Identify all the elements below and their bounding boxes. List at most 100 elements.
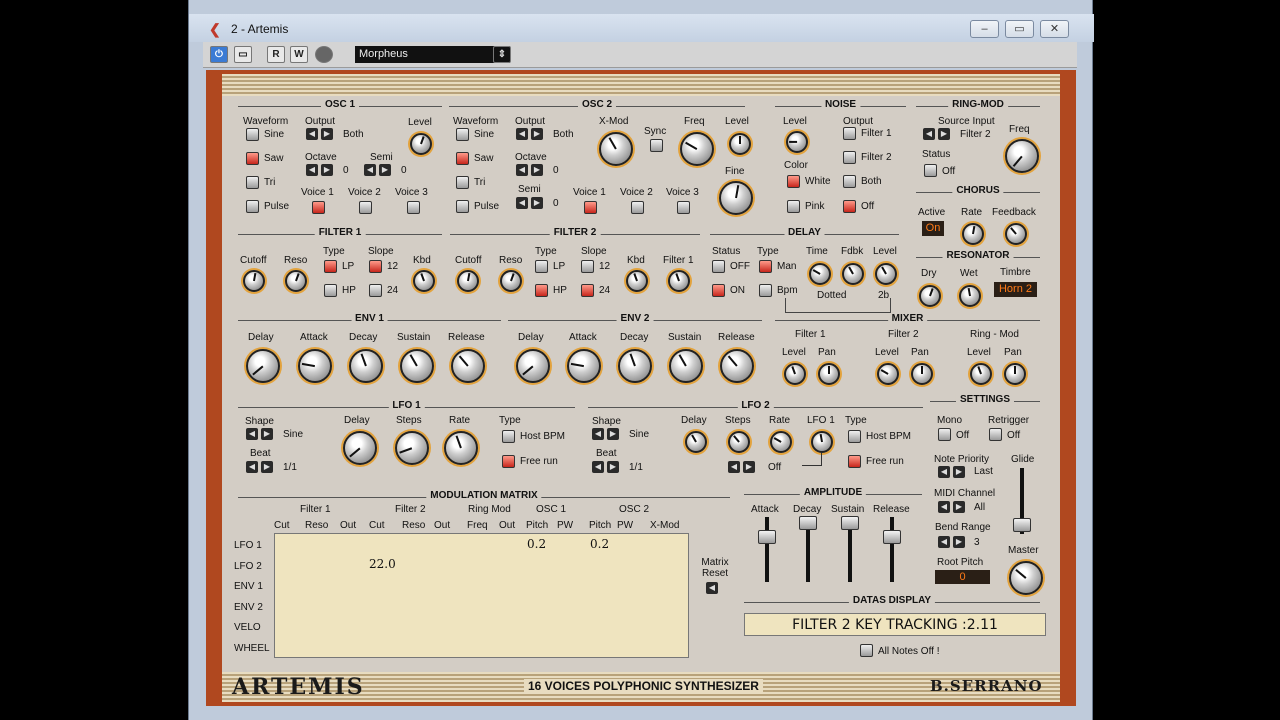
chorus-feedback-knob[interactable] (1005, 223, 1027, 245)
osc2-octave-right[interactable]: ▶ (531, 164, 543, 176)
osc1-output-left[interactable]: ◀ (306, 128, 318, 140)
lfo2-shape-right[interactable]: ▶ (607, 428, 619, 440)
env2-sustain-knob[interactable] (669, 349, 703, 383)
filter2-reso-knob[interactable] (500, 270, 522, 292)
modulation-matrix-grid[interactable]: 0.2 0.2 22.0 (274, 533, 689, 658)
osc2-xmod-knob[interactable] (599, 132, 633, 166)
env2-release-knob[interactable] (720, 349, 754, 383)
delay-fdbk-knob[interactable] (842, 263, 864, 285)
matrix-lfo2-filter2-cut[interactable]: 22.0 (369, 557, 396, 571)
osc1-level-knob[interactable] (410, 133, 432, 155)
mixer-f1-level-knob[interactable] (784, 363, 806, 385)
settings-np-right[interactable]: ▶ (953, 466, 965, 478)
filter2-hp-button[interactable] (535, 284, 548, 297)
matrix-lfo1-osc2-pitch[interactable]: 0.2 (590, 537, 609, 551)
noise-white-button[interactable] (787, 175, 800, 188)
lfo1-shape-left[interactable]: ◀ (246, 428, 258, 440)
write-automation-button[interactable]: W (290, 46, 308, 63)
resonator-wet-knob[interactable] (959, 285, 981, 307)
env2-delay-knob[interactable] (516, 349, 550, 383)
mixer-rm-pan-knob[interactable] (1004, 363, 1026, 385)
read-automation-button[interactable]: R (267, 46, 285, 63)
bypass-button[interactable]: ▭ (234, 46, 252, 63)
lfo2-free-button[interactable] (848, 455, 861, 468)
osc2-tri-button[interactable] (456, 176, 469, 189)
close-button[interactable]: ✕ (1040, 20, 1069, 38)
osc2-sync-button[interactable] (650, 139, 663, 152)
resonator-dry-knob[interactable] (919, 285, 941, 307)
noise-off-button[interactable] (843, 200, 856, 213)
osc2-semi-left[interactable]: ◀ (516, 197, 528, 209)
mixer-rm-level-knob[interactable] (970, 363, 992, 385)
delay-bpm-button[interactable] (759, 284, 772, 297)
lfo1-delay-knob[interactable] (343, 431, 377, 465)
filter2-24-button[interactable] (581, 284, 594, 297)
osc2-voice1-button[interactable] (584, 201, 597, 214)
filter2-12-button[interactable] (581, 260, 594, 273)
ringmod-source-right[interactable]: ▶ (938, 128, 950, 140)
lfo1-beat-left[interactable]: ◀ (246, 461, 258, 473)
osc1-octave-right[interactable]: ▶ (321, 164, 333, 176)
settings-np-left[interactable]: ◀ (938, 466, 950, 478)
osc1-output-right[interactable]: ▶ (321, 128, 333, 140)
noise-pink-button[interactable] (787, 200, 800, 213)
mixer-f2-pan-knob[interactable] (911, 363, 933, 385)
osc1-semi-left[interactable]: ◀ (364, 164, 376, 176)
preset-field[interactable]: Morpheus (355, 46, 510, 63)
osc2-output-left[interactable]: ◀ (516, 128, 528, 140)
env1-decay-knob[interactable] (349, 349, 383, 383)
preset-updown-icon[interactable]: ⇕ (493, 46, 511, 63)
osc1-voice3-button[interactable] (407, 201, 420, 214)
delay-time-knob[interactable] (809, 263, 831, 285)
mixer-f1-pan-knob[interactable] (818, 363, 840, 385)
lfo2-mode-left[interactable]: ◀ (728, 461, 740, 473)
osc2-octave-left[interactable]: ◀ (516, 164, 528, 176)
lfo1-rate-knob[interactable] (444, 431, 478, 465)
osc2-saw-button[interactable] (456, 152, 469, 165)
amp-fader-handle[interactable] (758, 530, 776, 544)
env1-delay-knob[interactable] (246, 349, 280, 383)
mixer-f2-level-knob[interactable] (877, 363, 899, 385)
filter1-lp-button[interactable] (324, 260, 337, 273)
filter2-lp-button[interactable] (535, 260, 548, 273)
lfo1-beat-right[interactable]: ▶ (261, 461, 273, 473)
osc1-tri-button[interactable] (246, 176, 259, 189)
delay-off-button[interactable] (712, 260, 725, 273)
ringmod-status-button[interactable] (924, 164, 937, 177)
lfo2-beat-left[interactable]: ◀ (592, 461, 604, 473)
noise-level-knob[interactable] (786, 131, 808, 153)
lfo2-shape-left[interactable]: ◀ (592, 428, 604, 440)
noise-filter2-button[interactable] (843, 151, 856, 164)
filter2-filter1-knob[interactable] (668, 270, 690, 292)
osc2-pulse-button[interactable] (456, 200, 469, 213)
delay-man-button[interactable] (759, 260, 772, 273)
lfo2-beat-right[interactable]: ▶ (607, 461, 619, 473)
osc2-semi-right[interactable]: ▶ (531, 197, 543, 209)
filter2-kbd-knob[interactable] (626, 270, 648, 292)
lfo1-host-button[interactable] (502, 430, 515, 443)
chorus-active-display[interactable]: On (922, 221, 944, 236)
filter1-12-button[interactable] (369, 260, 382, 273)
filter1-kbd-knob[interactable] (413, 270, 435, 292)
chorus-rate-knob[interactable] (962, 223, 984, 245)
settings-midi-right[interactable]: ▶ (953, 501, 965, 513)
osc2-fine-knob[interactable] (719, 181, 753, 215)
matrix-lfo1-osc1-pitch[interactable]: 0.2 (527, 537, 546, 551)
amp-fader-handle[interactable] (799, 516, 817, 530)
settings-mono-button[interactable] (938, 428, 951, 441)
env1-attack-knob[interactable] (298, 349, 332, 383)
osc2-level-knob[interactable] (729, 133, 751, 155)
filter1-reso-knob[interactable] (285, 270, 307, 292)
env1-release-knob[interactable] (451, 349, 485, 383)
lfo2-steps-knob[interactable] (728, 431, 750, 453)
osc2-sine-button[interactable] (456, 128, 469, 141)
env2-attack-knob[interactable] (567, 349, 601, 383)
settings-bend-left[interactable]: ◀ (938, 536, 950, 548)
env2-decay-knob[interactable] (618, 349, 652, 383)
settings-rootpitch-display[interactable]: 0 (935, 570, 990, 584)
maximize-button[interactable]: ▭ (1005, 20, 1034, 38)
ringmod-freq-knob[interactable] (1005, 139, 1039, 173)
lfo2-host-button[interactable] (848, 430, 861, 443)
filter1-hp-button[interactable] (324, 284, 337, 297)
delay-level-knob[interactable] (875, 263, 897, 285)
